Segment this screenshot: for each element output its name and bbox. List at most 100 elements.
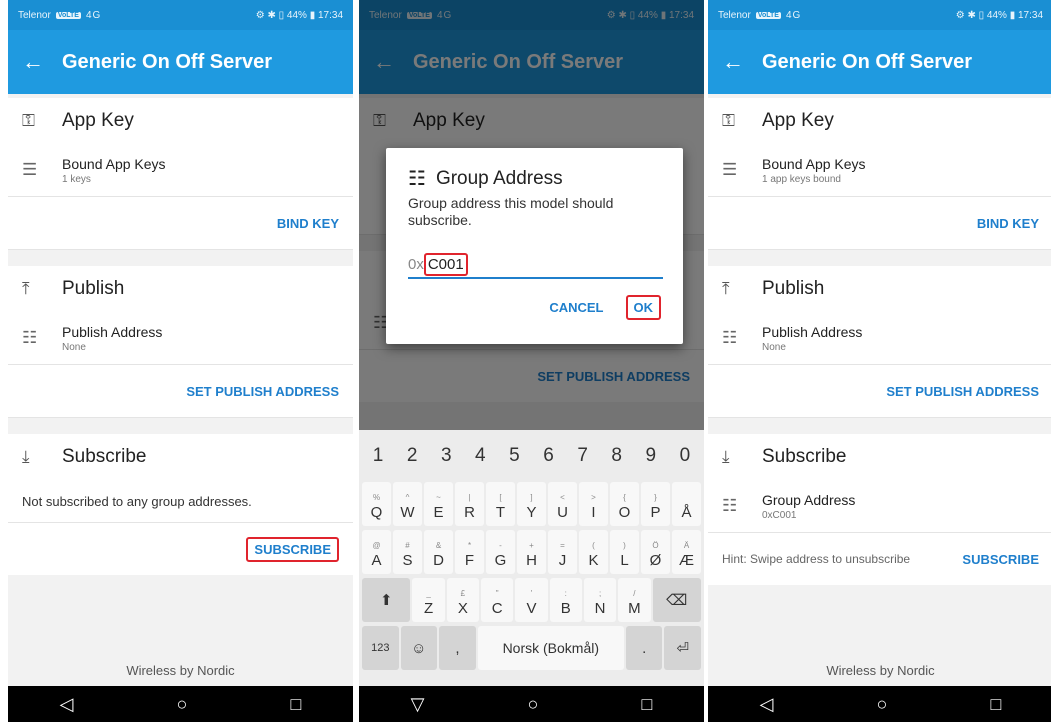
app-key-section: ⚿ App Key ☰ Bound App Keys 1 app keys boun… bbox=[708, 98, 1051, 249]
key-alt-label: - bbox=[499, 541, 502, 550]
key-9[interactable]: 9 bbox=[634, 434, 667, 478]
subscribe-button[interactable]: SUBSCRIBE bbox=[962, 552, 1039, 567]
key-d[interactable]: & D bbox=[424, 530, 453, 574]
carrier-label: Telenor bbox=[718, 9, 751, 21]
set-publish-address-button[interactable]: SET PUBLISH ADDRESS bbox=[886, 384, 1039, 399]
key-v[interactable]: ' V bbox=[515, 578, 548, 622]
key-r[interactable]: | R bbox=[455, 482, 484, 526]
key-alt-label: / bbox=[633, 589, 636, 598]
enter-key[interactable]: ⏎ bbox=[664, 626, 702, 670]
shift-key[interactable]: ⬆ bbox=[362, 578, 411, 622]
group-address-input[interactable]: 0x C001 bbox=[408, 251, 663, 279]
key-m[interactable]: / M bbox=[618, 578, 651, 622]
status-right: ⚙ ✱ ▯ 44% ▮ 17:34 bbox=[255, 9, 343, 21]
key-alt-label: £ bbox=[460, 589, 466, 598]
key-7[interactable]: 7 bbox=[566, 434, 599, 478]
key-label: Ø bbox=[649, 552, 662, 569]
back-arrow-icon[interactable]: ← bbox=[22, 49, 62, 75]
group-address-value[interactable]: C001 bbox=[423, 252, 468, 276]
key-u[interactable]: < U bbox=[548, 482, 577, 526]
key-o[interactable]: {O bbox=[610, 482, 639, 526]
group-address-title: Group Address bbox=[762, 491, 856, 508]
back-arrow-icon[interactable]: ← bbox=[722, 49, 762, 75]
key-n[interactable]: ; N bbox=[583, 578, 617, 622]
volte-badge: VoLTE bbox=[755, 11, 781, 19]
key-label: T bbox=[495, 504, 506, 521]
key-k[interactable]: (K bbox=[579, 530, 608, 574]
key-5[interactable]: 5 bbox=[498, 434, 531, 478]
nav-home-icon[interactable]: ○ bbox=[877, 694, 888, 715]
key-x[interactable]: £ X bbox=[446, 578, 480, 622]
key-label: R bbox=[464, 504, 475, 521]
publish-icon: ⤒ bbox=[22, 279, 30, 298]
nav-home-icon[interactable]: ○ bbox=[177, 694, 188, 715]
nav-back-icon[interactable]: ◁ bbox=[760, 694, 774, 715]
screen-before-subscribe: Telenor VoLTE 4G ⚙ ✱ ▯ 44% ▮ 17:34 ← Gener… bbox=[8, 0, 353, 722]
list-icon: ☰ bbox=[22, 160, 38, 179]
key-b[interactable]: :B bbox=[549, 578, 582, 622]
subscribe-button[interactable]: SUBSCRIBE bbox=[246, 536, 339, 562]
key-2[interactable]: 2 bbox=[396, 434, 429, 478]
page-title: Generic On Off Server bbox=[62, 50, 273, 73]
screen-group-address-dialog: TelenorVoLTE4G ⚙ ✱ ▯ 44% ▮ 17:34 ← Gener… bbox=[359, 0, 704, 722]
group-address-row[interactable]: ☷ Group Address 0xC001 bbox=[708, 480, 1051, 532]
key-e[interactable]: ~ E bbox=[424, 482, 453, 526]
period-key[interactable]: . bbox=[625, 626, 663, 670]
cancel-button[interactable]: CANCEL bbox=[549, 300, 603, 315]
nav-recents-icon[interactable]: □ bbox=[642, 694, 653, 715]
key-q[interactable]: % Q bbox=[362, 482, 391, 526]
key-å[interactable]: Å bbox=[672, 482, 701, 526]
key-a[interactable]: @ A bbox=[362, 530, 391, 574]
nav-home-icon[interactable]: ○ bbox=[528, 694, 539, 715]
nav-hide-keyboard-icon[interactable]: ▽ bbox=[411, 694, 425, 715]
key-3[interactable]: 3 bbox=[430, 434, 463, 478]
key-label: K bbox=[588, 552, 599, 569]
nav-bar: ◁ ○ □ bbox=[8, 686, 353, 722]
symbols-key[interactable]: 123 bbox=[362, 626, 399, 670]
key-alt-label: { bbox=[623, 493, 626, 502]
app-bar: ← Generic On Off Server bbox=[8, 30, 353, 94]
key-label: G bbox=[494, 552, 507, 569]
ok-button[interactable]: OK bbox=[625, 295, 661, 320]
key-icon: ⚿ bbox=[722, 111, 735, 130]
publish-address-row[interactable]: ☷ Publish Address None bbox=[708, 312, 1051, 364]
bind-key-button[interactable]: BIND KEY bbox=[277, 216, 339, 231]
bound-app-keys-count: 1 keys bbox=[62, 173, 91, 185]
key-t[interactable]: [T bbox=[486, 482, 515, 526]
bound-app-keys-row[interactable]: ☰ Bound App Keys 1 keys bbox=[8, 144, 353, 196]
key-æ[interactable]: ÄÆ bbox=[672, 530, 701, 574]
nav-recents-icon[interactable]: □ bbox=[991, 694, 1002, 715]
key-ø[interactable]: ÖØ bbox=[641, 530, 670, 574]
key-i[interactable]: > I bbox=[579, 482, 608, 526]
space-key[interactable]: Norsk (Bokmål) bbox=[477, 626, 624, 670]
key-8[interactable]: 8 bbox=[600, 434, 633, 478]
key-y[interactable]: ] Y bbox=[517, 482, 546, 526]
key-c[interactable]: " C bbox=[481, 578, 514, 622]
comma-key[interactable]: , bbox=[439, 626, 476, 670]
key-4[interactable]: 4 bbox=[464, 434, 497, 478]
set-publish-address-button[interactable]: SET PUBLISH ADDRESS bbox=[186, 384, 339, 399]
key-0[interactable]: 0 bbox=[668, 434, 701, 478]
key-p[interactable]: } P bbox=[641, 482, 670, 526]
key-f[interactable]: * F bbox=[455, 530, 484, 574]
key-h[interactable]: + H bbox=[517, 530, 546, 574]
key-l[interactable]: ) L bbox=[610, 530, 639, 574]
key-label: Q bbox=[370, 504, 383, 521]
key-s[interactable]: # S bbox=[393, 530, 422, 574]
key-w[interactable]: ^ W bbox=[393, 482, 422, 526]
key-6[interactable]: 6 bbox=[532, 434, 565, 478]
publish-address-row[interactable]: ☷ Publish Address None bbox=[8, 312, 353, 364]
bind-key-button[interactable]: BIND KEY bbox=[977, 216, 1039, 231]
nav-back-icon[interactable]: ◁ bbox=[60, 694, 74, 715]
key-1[interactable]: 1 bbox=[362, 434, 395, 478]
nav-recents-icon[interactable]: □ bbox=[291, 694, 302, 715]
key-label: J bbox=[558, 552, 567, 569]
key-j[interactable]: = J bbox=[548, 530, 577, 574]
bound-app-keys-title: Bound App Keys bbox=[62, 155, 166, 172]
key-g[interactable]: -G bbox=[486, 530, 515, 574]
key-z[interactable]: _ Z bbox=[412, 578, 445, 622]
emoji-key[interactable]: ☺ bbox=[400, 626, 438, 670]
backspace-key[interactable]: ⌫ bbox=[652, 578, 701, 622]
key-alt-label: " bbox=[495, 589, 499, 598]
bound-app-keys-row[interactable]: ☰ Bound App Keys 1 app keys bound bbox=[708, 144, 1051, 196]
